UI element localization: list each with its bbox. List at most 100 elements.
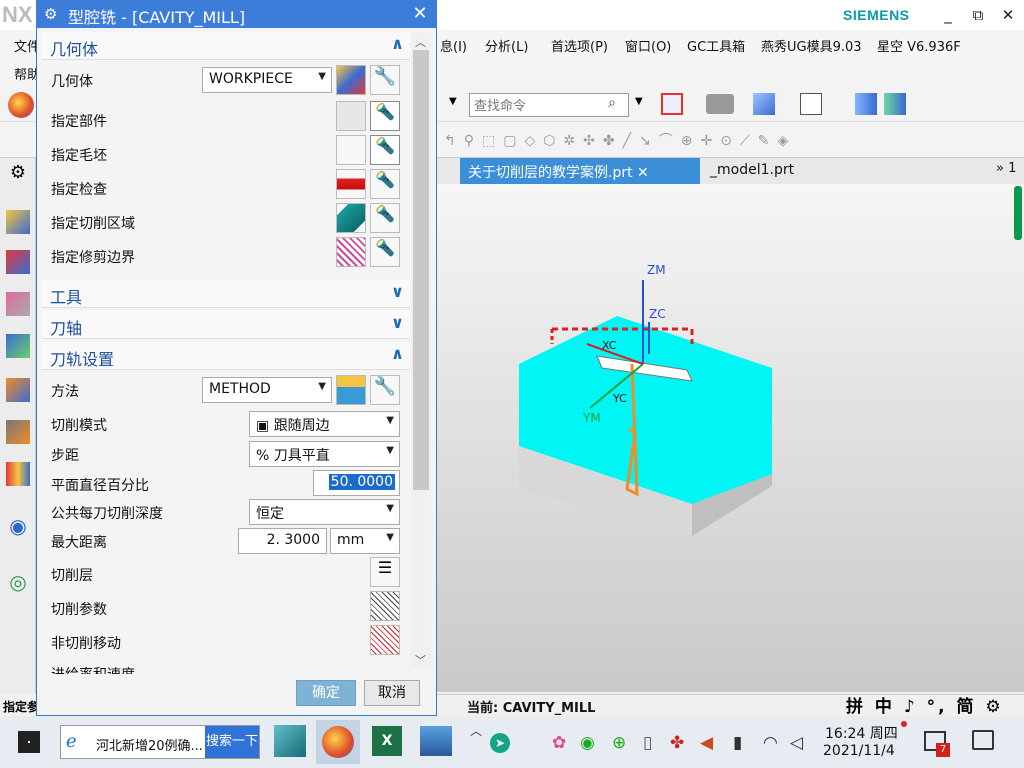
wifi-icon[interactable]: ◠	[763, 733, 778, 753]
tray-green-icon[interactable]: ⊕	[612, 733, 626, 753]
web-icon[interactable]: ◉	[6, 514, 30, 538]
scroll-up-icon[interactable]: ︿	[415, 34, 426, 50]
render-style-icon[interactable]	[706, 94, 734, 114]
cut-levels-button[interactable]: ☰	[370, 557, 400, 587]
navigator-icon[interactable]	[6, 210, 30, 234]
menu-preferences[interactable]: 首选项(P)	[551, 36, 608, 55]
tray-expand-icon[interactable]: ︿	[470, 722, 482, 739]
minimize-button[interactable]: _	[934, 4, 962, 26]
library-icon[interactable]	[6, 462, 30, 486]
tool-nav-icon[interactable]	[6, 420, 30, 444]
shaded-cube-icon[interactable]	[753, 93, 775, 115]
graphics-viewport[interactable]: ZM ZC XC YC YM	[437, 184, 1024, 692]
search-go-button[interactable]: 搜索一下	[205, 726, 259, 758]
show-blank-flashlight-icon[interactable]: 🔦	[370, 135, 400, 165]
tray-red-icon[interactable]: ✤	[670, 733, 684, 753]
section-view-icon[interactable]	[855, 93, 877, 115]
cancel-button[interactable]: 取消	[364, 680, 420, 706]
geometry-select[interactable]: WORKPIECE ▼	[202, 67, 332, 93]
search-dropdown-icon[interactable]: ▼	[635, 96, 643, 107]
section-geometry[interactable]: 几何体 ∧	[42, 32, 410, 60]
menu-info[interactable]: 息(I)	[440, 36, 467, 55]
chevron-up-icon[interactable]: ∧	[391, 34, 404, 53]
section-axis[interactable]: 刀轴 ∨	[42, 311, 410, 339]
part-icon[interactable]	[6, 292, 30, 316]
dropdown-arrow-icon[interactable]: ▼	[449, 96, 457, 107]
viewport-scroll-indicator[interactable]	[1014, 186, 1022, 240]
usb-icon[interactable]: ▯	[643, 733, 652, 753]
machine-nav-icon[interactable]	[6, 378, 30, 402]
menu-analysis[interactable]: 分析(L)	[485, 36, 528, 55]
chevron-up-icon[interactable]: ∧	[391, 344, 404, 363]
dialog-settings-icon[interactable]: ⚙	[44, 5, 60, 23]
cut-params-button[interactable]	[370, 591, 400, 621]
tab-overflow[interactable]: » 1	[996, 161, 1016, 176]
restore-button[interactable]: ⧉	[964, 4, 992, 26]
blank-cube-icon[interactable]	[336, 135, 366, 165]
layer-icon[interactable]	[884, 93, 906, 115]
tray-app-icon[interactable]: ➤	[490, 733, 510, 753]
settings-icon[interactable]: ⚙	[6, 162, 30, 186]
close-window-button[interactable]: ✕	[994, 4, 1022, 26]
dialog-scroll-thumb[interactable]	[413, 50, 429, 490]
nx-taskbar-icon	[322, 726, 354, 758]
dialog-close-button[interactable]: ✕	[410, 3, 430, 24]
show-cut-area-flashlight-icon[interactable]: 🔦	[370, 203, 400, 233]
wechat-icon[interactable]: ◉	[580, 733, 595, 753]
speaker-muted-icon[interactable]: ◀	[700, 733, 713, 753]
clock-time[interactable]: 16:24 周四	[825, 723, 898, 743]
cut-area-icon[interactable]	[336, 203, 366, 233]
edit-method-wrench-icon[interactable]: 🔧	[370, 375, 400, 405]
tab-model1[interactable]: _model1.prt	[702, 158, 902, 184]
app-launcher-icon[interactable]	[8, 92, 34, 118]
volume-icon[interactable]: ◁	[790, 733, 803, 753]
menu-window[interactable]: 窗口(O)	[625, 36, 671, 55]
method-select[interactable]: METHOD ▼	[202, 377, 332, 403]
stepover-select[interactable]: % 刀具平直 ▼	[249, 441, 400, 467]
clock-date[interactable]: 2021/11/4	[823, 743, 895, 759]
menu-yanxiu[interactable]: 燕秀UG模具9.03	[761, 36, 862, 55]
unit-select[interactable]: mm ▼	[330, 528, 400, 554]
tab-close-icon[interactable]: ✕	[637, 165, 649, 181]
check-geometry-icon[interactable]	[336, 169, 366, 199]
trim-boundary-icon[interactable]	[336, 237, 366, 267]
section-tool[interactable]: 工具 ∨	[42, 280, 410, 308]
command-search-input[interactable]	[469, 93, 629, 117]
percent-input[interactable]: 50. 0000	[313, 470, 400, 496]
background-icon[interactable]	[800, 93, 822, 115]
cut-mode-select[interactable]: ▣ 跟随周边 ▼	[249, 411, 400, 437]
menu-gc-toolbox[interactable]: GC工具箱	[687, 36, 745, 55]
fit-view-icon[interactable]	[661, 93, 683, 115]
chevron-down-icon[interactable]: ∨	[391, 313, 404, 332]
ime-toolbar[interactable]: 拼 中 ♪ °, 简 ⚙ ⋮	[846, 692, 1024, 737]
chevron-down-icon[interactable]: ∨	[391, 282, 404, 301]
excel-icon[interactable]: X	[372, 726, 402, 756]
max-distance-input[interactable]: 2. 3000	[238, 528, 327, 554]
tab-active-part[interactable]: 关于切削层的教学案例.prt ✕	[460, 158, 700, 184]
show-part-flashlight-icon[interactable]: 🔦	[370, 101, 400, 131]
tray-flower-icon[interactable]: ✿	[552, 733, 566, 753]
geometry-label: 几何体	[51, 74, 93, 90]
ok-button[interactable]: 确定	[296, 680, 356, 706]
show-check-flashlight-icon[interactable]: 🔦	[370, 169, 400, 199]
edit-geometry-wrench-icon[interactable]: 🔧	[370, 65, 400, 95]
history-icon[interactable]: ◎	[6, 570, 30, 594]
show-trim-flashlight-icon[interactable]: 🔦	[370, 237, 400, 267]
new-method-button[interactable]	[336, 375, 366, 405]
search-icon[interactable]: ⌕	[608, 95, 616, 111]
new-geometry-button[interactable]	[336, 65, 366, 95]
taskbar-app-a-icon[interactable]	[274, 725, 306, 757]
section-path-settings[interactable]: 刀轨设置 ∧	[42, 342, 410, 370]
scroll-down-icon[interactable]: ﹀	[415, 652, 426, 668]
microphone-icon[interactable]: ▮	[733, 733, 742, 753]
windows-start-icon[interactable]	[18, 731, 40, 753]
image-viewer-icon[interactable]	[420, 726, 452, 756]
operation-nav-icon[interactable]	[6, 334, 30, 358]
menu-xingkong[interactable]: 星空 V6.936F	[877, 36, 961, 55]
depth-select[interactable]: 恒定 ▼	[249, 499, 400, 525]
constraint-icon[interactable]	[6, 250, 30, 274]
non-cutting-button[interactable]	[370, 625, 400, 655]
part-cube-icon[interactable]	[336, 101, 366, 131]
action-center-icon[interactable]	[972, 730, 994, 750]
snap-tools-icon[interactable]: ↰⚲⬚▢◇⬡✲✣✤╱↘⌒⊕✛⊙⟋✎◈	[444, 130, 924, 150]
